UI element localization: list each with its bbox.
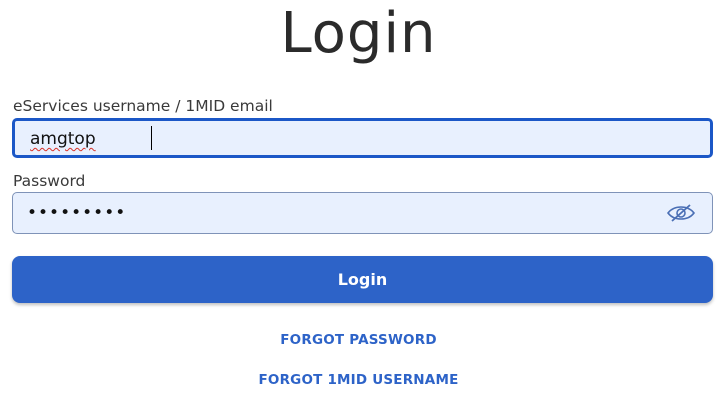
login-page: Login eServices username / 1MID email am…	[0, 0, 717, 399]
login-button[interactable]: Login	[12, 256, 713, 303]
text-caret	[151, 126, 152, 150]
forgot-username-link[interactable]: FORGOT 1MID USERNAME	[0, 372, 717, 388]
eye-slash-icon[interactable]	[666, 203, 696, 223]
password-label: Password	[13, 172, 86, 190]
password-input[interactable]: •••••••••	[12, 192, 713, 234]
forgot-password-link[interactable]: FORGOT PASSWORD	[0, 332, 717, 348]
username-input[interactable]: amgtop	[12, 118, 713, 158]
page-title: Login	[280, 1, 437, 66]
password-masked-value: •••••••••	[27, 203, 127, 223]
username-label: eServices username / 1MID email	[13, 97, 273, 115]
username-value: amgtop	[30, 129, 96, 149]
